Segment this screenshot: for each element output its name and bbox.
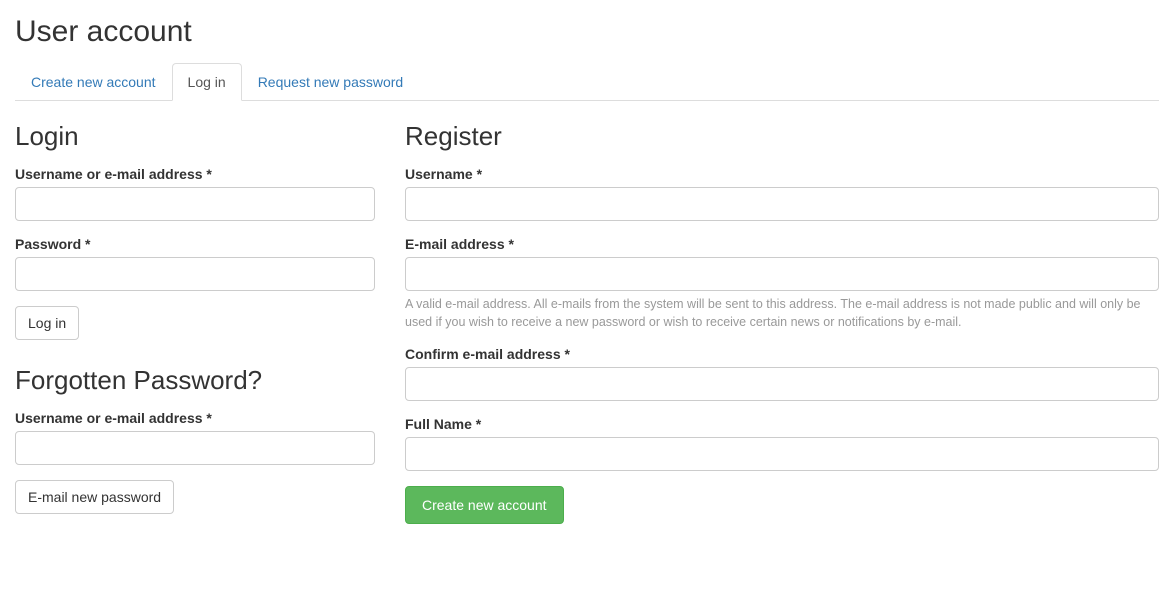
register-heading: Register [405,121,1159,152]
register-email-label: E-mail address * [405,236,1159,252]
tab-create-account[interactable]: Create new account [15,63,172,101]
login-password-label: Password * [15,236,375,252]
login-username-input[interactable] [15,187,375,221]
tabs-nav: Create new account Log in Request new pa… [15,63,1159,101]
register-email-input[interactable] [405,257,1159,291]
register-username-label: Username * [405,166,1159,182]
login-heading: Login [15,121,375,152]
login-password-input[interactable] [15,257,375,291]
login-submit-button[interactable]: Log in [15,306,79,340]
forgot-submit-button[interactable]: E-mail new password [15,480,174,514]
forgot-username-label: Username or e-mail address * [15,410,375,426]
tab-log-in[interactable]: Log in [172,63,242,101]
register-fullname-label: Full Name * [405,416,1159,432]
register-submit-button[interactable]: Create new account [405,486,564,524]
register-fullname-input[interactable] [405,437,1159,471]
register-username-input[interactable] [405,187,1159,221]
register-confirm-email-label: Confirm e-mail address * [405,346,1159,362]
register-confirm-email-input[interactable] [405,367,1159,401]
register-email-help: A valid e-mail address. All e-mails from… [405,296,1159,331]
forgot-username-input[interactable] [15,431,375,465]
tab-request-password[interactable]: Request new password [242,63,420,101]
login-username-label: Username or e-mail address * [15,166,375,182]
forgot-heading: Forgotten Password? [15,365,375,396]
page-title: User account [15,15,1159,49]
